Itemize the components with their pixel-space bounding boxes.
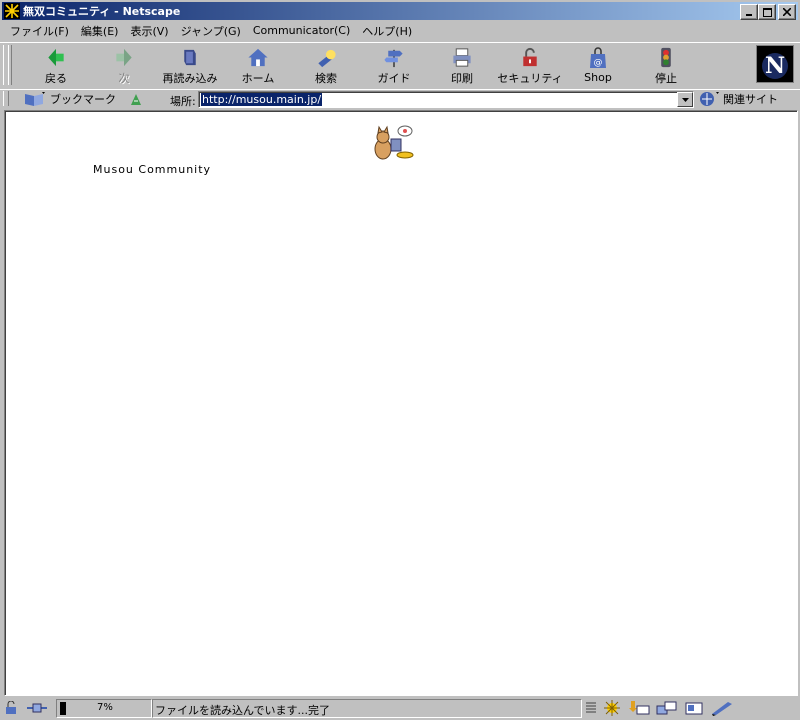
netscape-logo[interactable]: N — [756, 45, 794, 83]
progress-box: 7% — [56, 699, 152, 718]
minimize-icon — [746, 14, 752, 16]
security-lock-status-icon[interactable] — [4, 700, 20, 715]
home-icon — [248, 48, 268, 67]
minimize-button[interactable] — [740, 4, 758, 20]
guide-button[interactable]: ガイド — [364, 46, 424, 86]
shop-bag-icon: @ — [590, 47, 606, 68]
connection-status-icon[interactable] — [26, 701, 48, 715]
shop-button[interactable]: @ Shop — [568, 46, 628, 86]
related-sites-button[interactable]: 関連サイト — [698, 90, 778, 108]
reload-label: 再読み込み — [162, 72, 218, 85]
search-button[interactable]: 検索 — [296, 46, 356, 86]
related-sites-icon — [700, 92, 719, 106]
related-sites-label: 関連サイト — [723, 93, 778, 106]
status-left-icons — [4, 699, 48, 716]
address-book-icon[interactable] — [684, 700, 704, 716]
status-bar: 7% ファイルを読み込んでいます...完了 — [0, 697, 800, 719]
site-name[interactable]: Musou Community — [93, 163, 211, 176]
close-button[interactable] — [778, 4, 796, 20]
menu-view[interactable]: 表示(V) — [124, 23, 174, 39]
composer-icon[interactable] — [710, 700, 734, 716]
status-message-box: ファイルを読み込んでいます...完了 — [152, 699, 582, 718]
search-flashlight-icon — [318, 49, 336, 68]
back-arrow-icon — [48, 48, 64, 67]
back-label: 戻る — [45, 72, 67, 85]
forward-arrow-icon — [116, 48, 132, 67]
bookmarks-button[interactable]: ブックマーク — [24, 90, 144, 108]
component-grip-icon[interactable] — [586, 701, 596, 715]
netscape-app-icon[interactable] — [4, 3, 20, 19]
location-grip[interactable] — [3, 91, 9, 106]
url-dropdown-button[interactable] — [677, 92, 693, 107]
menu-edit[interactable]: 編集(E) — [75, 23, 125, 39]
reload-button[interactable]: 再読み込み — [160, 46, 220, 86]
navigator-icon[interactable] — [602, 699, 622, 716]
progress-percent: 7% — [97, 702, 113, 713]
maximize-button[interactable] — [758, 4, 776, 20]
dropdown-arrow-icon — [681, 97, 689, 102]
shop-label: Shop — [584, 71, 612, 84]
status-message: ファイルを読み込んでいます...完了 — [155, 704, 330, 717]
bookmarks-label: ブックマーク — [50, 93, 116, 106]
guide-signpost-icon — [384, 49, 403, 68]
padlock-icon — [523, 47, 537, 67]
progress-bar-fill — [60, 702, 66, 715]
bookmarks-book-icon — [25, 92, 45, 106]
toolbar-grip-2[interactable] — [8, 45, 12, 85]
guide-label: ガイド — [377, 72, 411, 85]
url-input[interactable]: http://musou.main.jp/ — [198, 91, 694, 108]
location-toolbar: ブックマーク 場所: http://musou.main.jp/ 関連サイト — [0, 89, 800, 109]
forward-label: 次 — [118, 72, 130, 85]
discussion-groups-icon[interactable] — [656, 700, 678, 716]
stop-signal-icon — [661, 47, 671, 68]
printer-icon — [453, 48, 471, 67]
security-button[interactable]: セキュリティ — [497, 46, 563, 86]
component-bar — [586, 699, 734, 716]
home-label: ホーム — [241, 72, 275, 85]
page-content: Musou Community — [4, 110, 798, 696]
stop-button[interactable]: 停止 — [636, 46, 696, 86]
page-proxy-icon[interactable] — [128, 91, 144, 107]
stop-label: 停止 — [655, 72, 677, 85]
back-button[interactable]: 戻る — [26, 46, 86, 86]
menu-help[interactable]: ヘルプ(H) — [356, 23, 418, 39]
url-text: http://musou.main.jp/ — [201, 93, 323, 106]
location-label: 場所: — [170, 95, 196, 108]
window-title: 無双コミュニティ - Netscape — [23, 5, 181, 18]
print-button[interactable]: 印刷 — [432, 46, 492, 86]
menu-communicator[interactable]: Communicator(C) — [247, 24, 356, 37]
menu-go[interactable]: ジャンプ(G) — [175, 23, 247, 39]
svg-text:N: N — [765, 53, 785, 79]
maximize-icon — [762, 7, 772, 17]
navigation-toolbar: 戻る 次 再読み込み ホーム 検索 ガイド 印刷 セキュリティ @ Shop 停… — [0, 42, 800, 90]
search-label: 検索 — [315, 72, 337, 85]
title-bar: 無双コミュニティ - Netscape — [2, 2, 798, 20]
reload-icon — [184, 49, 196, 66]
forward-button[interactable]: 次 — [94, 46, 154, 86]
browser-window: 無双コミュニティ - Netscape ファイル(F) 編集(E) 表示(V) … — [0, 0, 800, 720]
security-label: セキュリティ — [497, 72, 563, 85]
home-button[interactable]: ホーム — [228, 46, 288, 86]
close-icon — [783, 8, 791, 16]
print-label: 印刷 — [451, 72, 473, 85]
cat-mascot-icon — [374, 125, 414, 160]
menu-file[interactable]: ファイル(F) — [0, 23, 75, 39]
mail-icon[interactable] — [628, 700, 650, 716]
menu-bar: ファイル(F) 編集(E) 表示(V) ジャンプ(G) Communicator… — [0, 21, 800, 40]
svg-text:@: @ — [594, 58, 603, 68]
